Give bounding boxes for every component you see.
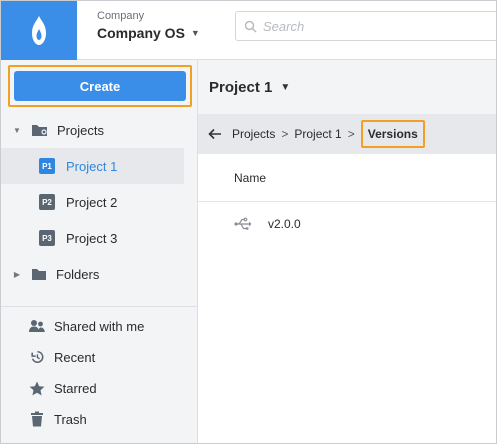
- project-badge-icon: P3: [39, 230, 55, 246]
- search-box[interactable]: [235, 11, 496, 41]
- history-icon: [31, 350, 44, 364]
- chevron-down-icon: ▼: [190, 28, 200, 38]
- users-icon: [29, 320, 45, 332]
- trash-icon: [31, 411, 43, 427]
- breadcrumb-project-1[interactable]: Project 1: [294, 127, 341, 141]
- sidebar-item-label: Project 1: [66, 158, 118, 174]
- company-label: Company: [97, 10, 145, 22]
- sidebar-item-label: Projects: [57, 122, 104, 138]
- breadcrumb-projects[interactable]: Projects: [232, 127, 275, 141]
- sidebar-item-project-3[interactable]: P3 Project 3: [1, 220, 184, 256]
- main-content: Project 1 ▼ Projects > Project 1 > Versi…: [198, 60, 496, 443]
- expand-caret-icon[interactable]: ▼: [9, 126, 25, 135]
- sidebar-item-label: Project 3: [66, 230, 118, 246]
- version-name: v2.0.0: [268, 217, 301, 231]
- search-input[interactable]: [263, 18, 463, 34]
- app-window: Company Company OS ▼ Create ▼ Projects: [0, 0, 497, 444]
- column-header-name[interactable]: Name: [198, 154, 496, 202]
- page-title: Project 1: [209, 78, 273, 96]
- create-button[interactable]: Create: [14, 71, 186, 101]
- project-badge-icon: P2: [39, 194, 55, 210]
- list-item[interactable]: v2.0.0: [198, 204, 496, 244]
- sidebar-item-label: Project 2: [66, 194, 118, 210]
- breadcrumb-versions: Versions: [360, 120, 425, 148]
- project-badge-icon: P1: [39, 158, 55, 174]
- company-name: Company OS: [97, 25, 185, 41]
- folder-settings-icon: [32, 125, 47, 136]
- project-title-dropdown[interactable]: Project 1 ▼: [198, 60, 496, 114]
- search-icon: [244, 20, 257, 33]
- sidebar-item-project-1[interactable]: P1 Project 1: [1, 148, 184, 184]
- flame-logo-icon: [32, 15, 46, 45]
- breadcrumb: Projects > Project 1 > Versions: [198, 114, 496, 154]
- back-arrow-icon[interactable]: [208, 128, 222, 140]
- chevron-down-icon: ▼: [280, 81, 291, 93]
- sidebar-item-projects[interactable]: ▼ Projects: [1, 112, 184, 148]
- sidebar-item-trash[interactable]: Trash: [1, 401, 184, 437]
- sidebar-item-label: Shared with me: [54, 318, 145, 334]
- sidebar: Create ▼ Projects P1 Project 1 P2 Projec…: [1, 60, 198, 443]
- sidebar-divider: [1, 306, 197, 307]
- expand-caret-icon[interactable]: ▶: [9, 270, 25, 279]
- sidebar-item-project-2[interactable]: P2 Project 2: [1, 184, 184, 220]
- sidebar-item-label: Starred: [54, 380, 97, 396]
- folder-icon: [32, 268, 46, 280]
- star-icon: [29, 381, 45, 395]
- breadcrumb-separator: >: [347, 127, 355, 141]
- sidebar-item-label: Recent: [54, 349, 96, 365]
- logo[interactable]: [1, 1, 77, 60]
- usb-branch-icon: [234, 217, 252, 230]
- top-bar: Company Company OS ▼: [1, 1, 496, 60]
- company-switcher[interactable]: Company OS ▼: [97, 25, 200, 41]
- sidebar-item-label: Trash: [54, 411, 87, 427]
- create-highlight: Create: [8, 65, 192, 107]
- sidebar-item-label: Folders: [56, 266, 100, 282]
- breadcrumb-separator: >: [281, 127, 289, 141]
- sidebar-item-folders[interactable]: ▶ Folders: [1, 256, 184, 292]
